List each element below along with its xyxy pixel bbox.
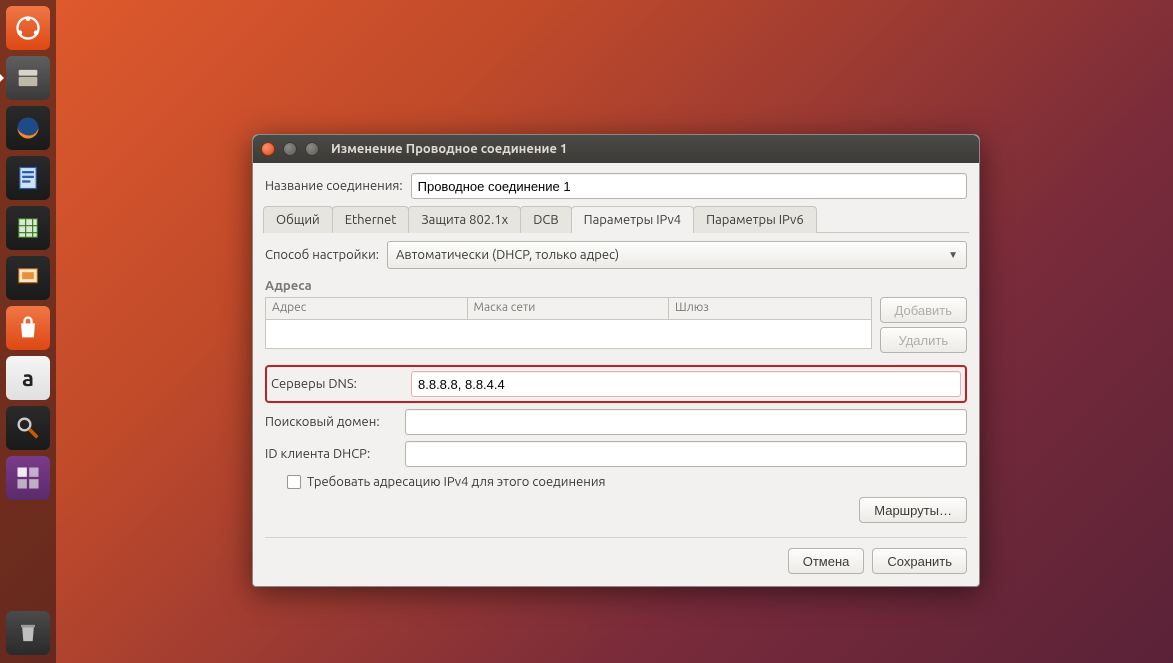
- require-ipv4-checkbox[interactable]: [287, 475, 301, 489]
- connection-name-label: Название соединения:: [265, 179, 403, 193]
- tabs: Общий Ethernet Защита 802.1x DCB Парамет…: [263, 205, 969, 233]
- method-combo[interactable]: Автоматически (DHCP, только адрес) ▼: [387, 241, 967, 269]
- addresses-body[interactable]: [266, 320, 871, 348]
- require-ipv4-label: Требовать адресацию IPv4 для этого соеди…: [307, 475, 606, 489]
- minimize-icon[interactable]: [283, 142, 297, 156]
- launcher-files[interactable]: [6, 56, 50, 100]
- launcher-writer[interactable]: [6, 156, 50, 200]
- firefox-icon: [14, 114, 42, 142]
- chevron-down-icon: ▼: [948, 249, 958, 261]
- unity-launcher: a: [0, 0, 56, 663]
- dhcp-client-label: ID клиента DHCP:: [265, 447, 397, 461]
- titlebar[interactable]: Изменение Проводное соединение 1: [253, 135, 979, 163]
- addresses-label: Адреса: [265, 279, 967, 293]
- ubuntu-icon: [14, 14, 42, 42]
- col-address: Адрес: [266, 298, 468, 319]
- dns-input[interactable]: [411, 371, 961, 397]
- launcher-settings[interactable]: [6, 406, 50, 450]
- launcher-dash[interactable]: [6, 6, 50, 50]
- launcher-impress[interactable]: [6, 256, 50, 300]
- addresses-header: Адрес Маска сети Шлюз: [266, 298, 871, 320]
- tab-ipv4[interactable]: Параметры IPv4: [571, 206, 695, 233]
- impress-icon: [14, 264, 42, 292]
- amazon-icon: a: [22, 366, 34, 391]
- dns-label: Серверы DNS:: [271, 377, 403, 391]
- launcher-workspace[interactable]: [6, 456, 50, 500]
- files-icon: [14, 64, 42, 92]
- method-label: Способ настройки:: [265, 248, 379, 262]
- delete-address-button[interactable]: Удалить: [880, 327, 967, 353]
- col-netmask: Маска сети: [468, 298, 670, 319]
- window-title: Изменение Проводное соединение 1: [331, 142, 567, 156]
- connection-name-input[interactable]: [411, 173, 967, 199]
- dns-row-highlight: Серверы DNS:: [265, 365, 967, 403]
- launcher-firefox[interactable]: [6, 106, 50, 150]
- tab-8021x[interactable]: Защита 802.1x: [408, 206, 521, 233]
- search-domain-input[interactable]: [405, 409, 967, 435]
- writer-icon: [14, 164, 42, 192]
- save-button[interactable]: Сохранить: [872, 548, 967, 574]
- add-address-button[interactable]: Добавить: [880, 297, 967, 323]
- col-gateway: Шлюз: [669, 298, 871, 319]
- workspace-icon: [14, 464, 42, 492]
- cancel-button[interactable]: Отмена: [788, 548, 865, 574]
- tab-ipv6[interactable]: Параметры IPv6: [693, 206, 817, 233]
- dhcp-client-input[interactable]: [405, 441, 967, 467]
- method-value: Автоматически (DHCP, только адрес): [396, 248, 619, 262]
- tab-dcb[interactable]: DCB: [520, 206, 571, 233]
- maximize-icon[interactable]: [305, 142, 319, 156]
- network-edit-dialog: Изменение Проводное соединение 1 Названи…: [252, 134, 980, 587]
- gear-wrench-icon: [14, 414, 42, 442]
- launcher-software[interactable]: [6, 306, 50, 350]
- addresses-table[interactable]: Адрес Маска сети Шлюз: [265, 297, 872, 349]
- launcher-trash[interactable]: [6, 611, 50, 655]
- routes-button[interactable]: Маршруты…: [859, 497, 967, 523]
- launcher-calc[interactable]: [6, 206, 50, 250]
- close-icon[interactable]: [261, 142, 275, 156]
- launcher-amazon[interactable]: a: [6, 356, 50, 400]
- tab-ethernet[interactable]: Ethernet: [332, 206, 410, 233]
- search-domain-label: Поисковый домен:: [265, 415, 397, 429]
- calc-icon: [14, 214, 42, 242]
- trash-icon: [14, 619, 42, 647]
- tab-general[interactable]: Общий: [263, 206, 333, 233]
- shopping-bag-icon: [14, 314, 42, 342]
